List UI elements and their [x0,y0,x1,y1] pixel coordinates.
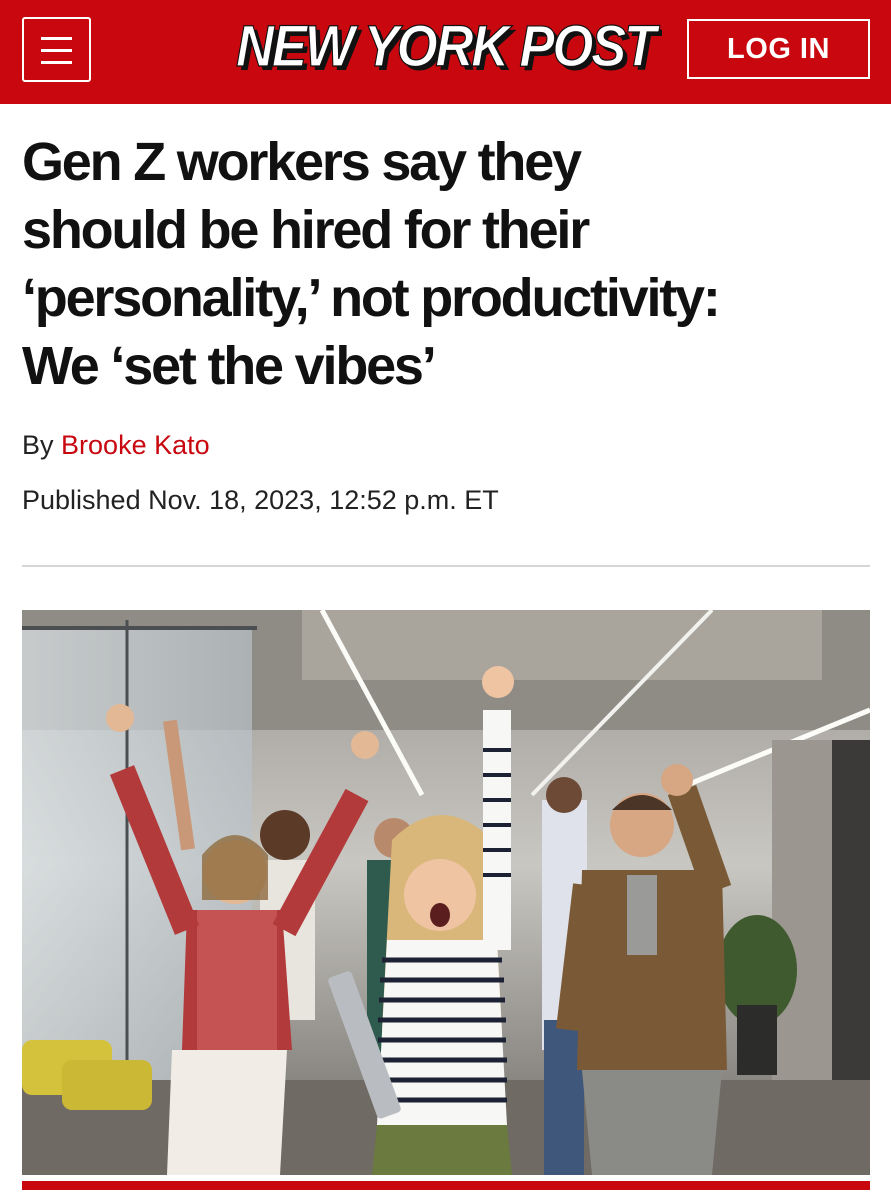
section-rule [22,1181,870,1190]
divider [22,565,870,567]
publish-date: Published Nov. 18, 2023, 12:52 p.m. ET [22,485,499,515]
site-logo[interactable]: NEW YORK POST NEW YORK POST [232,13,667,86]
logo-text: NEW YORK POST [236,14,660,79]
author-link[interactable]: Brooke Kato [61,430,210,460]
menu-button[interactable] [22,17,91,82]
headline-line: Gen Z workers say they [22,132,582,192]
headline-line: We ‘set the vibes’ [22,336,437,396]
login-button[interactable]: LOG IN [687,19,870,79]
article-photo [22,610,870,1175]
article-headline: Gen Z workers say they should be hired f… [22,128,877,400]
headline-line: ‘personality,’ not productivity: [22,268,721,328]
byline: By Brooke Kato [22,430,210,461]
byline-prefix: By [22,430,54,460]
site-header: NEW YORK POST NEW YORK POST LOG IN [0,0,891,104]
headline-line: should be hired for their [22,200,590,260]
